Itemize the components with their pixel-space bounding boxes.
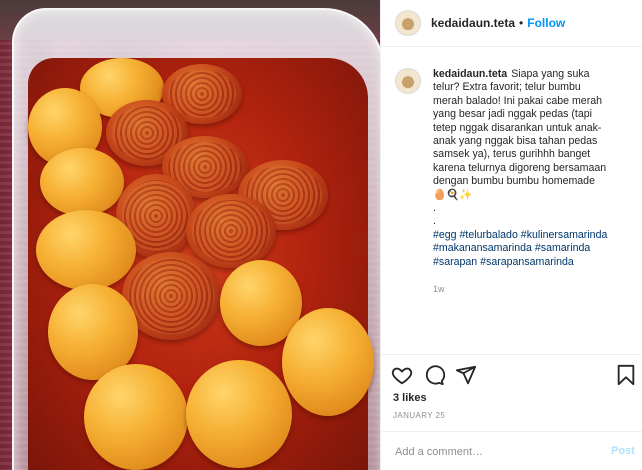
- caption-dot-line: .: [433, 202, 436, 215]
- caption-text-line: dengan bumbu bumbu homemade: [433, 175, 595, 188]
- caption-text-line: merah balado! Ini pakai cabe merah: [433, 94, 603, 107]
- egg: [186, 194, 276, 268]
- comment-icon[interactable]: [423, 364, 447, 388]
- egg: [40, 148, 124, 216]
- caption-text-line: telur? Extra favorit; telur bumbu: [433, 81, 581, 94]
- paper-plane-icon[interactable]: [455, 364, 479, 388]
- egg: [84, 364, 188, 470]
- header-username[interactable]: kedaidaun.teta: [431, 16, 515, 30]
- caption-text-line: anak yang nggak bisa tahan pedas: [433, 135, 598, 148]
- caption-text-line: tetep nggak disarankan untuk anak-: [433, 121, 602, 134]
- post-side-panel: kedaidaun.teta • Follow kedaidaun.teta Si…: [381, 0, 642, 470]
- bookmark-icon[interactable]: [615, 364, 639, 388]
- comment-input[interactable]: [393, 442, 597, 462]
- hashtag-link[interactable]: #samarinda: [535, 242, 590, 254]
- likes-count[interactable]: 3 likes: [393, 392, 427, 404]
- hashtag-line: #sarapan #sarapansamarinda: [433, 256, 631, 269]
- caption-text-line: karena telurnya digoreng bersamaan: [433, 161, 607, 174]
- hashtag-link[interactable]: #telurbalado: [460, 229, 518, 241]
- post-header: kedaidaun.teta • Follow: [381, 0, 642, 47]
- avatar[interactable]: [395, 10, 421, 36]
- caption-emoji-line: 🥚🍳✨: [433, 188, 473, 201]
- caption: kedaidaun.teta Siapa yang suka telur? Ext…: [395, 68, 631, 297]
- caption-first-line: kedaidaun.teta Siapa yang suka: [433, 68, 631, 81]
- actions-divider: [381, 354, 642, 355]
- caption-text-line: samsek ya), terus gurihhh banget: [433, 148, 591, 161]
- caption-avatar[interactable]: [395, 68, 421, 94]
- hashtag-link[interactable]: #sarapansamarinda: [480, 256, 574, 268]
- caption-text-line: Siapa yang suka: [511, 68, 590, 80]
- post-photo[interactable]: [0, 0, 380, 470]
- caption-dot-line: .: [433, 215, 436, 228]
- caption-username[interactable]: kedaidaun.teta: [433, 68, 507, 80]
- caption-age[interactable]: 1w: [433, 283, 631, 296]
- hashtag-link[interactable]: #sarapan: [433, 256, 477, 268]
- hashtag-link[interactable]: #makanansamarinda: [433, 242, 532, 254]
- caption-body: kedaidaun.teta Siapa yang suka telur? Ext…: [433, 68, 631, 297]
- post-comment-button[interactable]: Post: [611, 445, 635, 457]
- hashtag-line: #egg #telurbalado #kulinersamarinda: [433, 229, 631, 242]
- egg: [186, 360, 292, 468]
- follow-button[interactable]: Follow: [527, 16, 565, 30]
- hashtag-link[interactable]: #kulinersamarinda: [521, 229, 608, 241]
- caption-text-line: yang besar jadi nggak pedas (tapi: [433, 108, 593, 121]
- heart-icon[interactable]: [391, 364, 415, 388]
- egg: [36, 210, 136, 290]
- hashtag-line: #makanansamarinda #samarinda: [433, 242, 631, 255]
- egg: [282, 308, 374, 416]
- separator-dot: •: [519, 16, 524, 30]
- hashtag-link[interactable]: #egg: [433, 229, 457, 241]
- comment-divider: [381, 431, 642, 432]
- post-date[interactable]: JANUARY 25: [393, 411, 445, 420]
